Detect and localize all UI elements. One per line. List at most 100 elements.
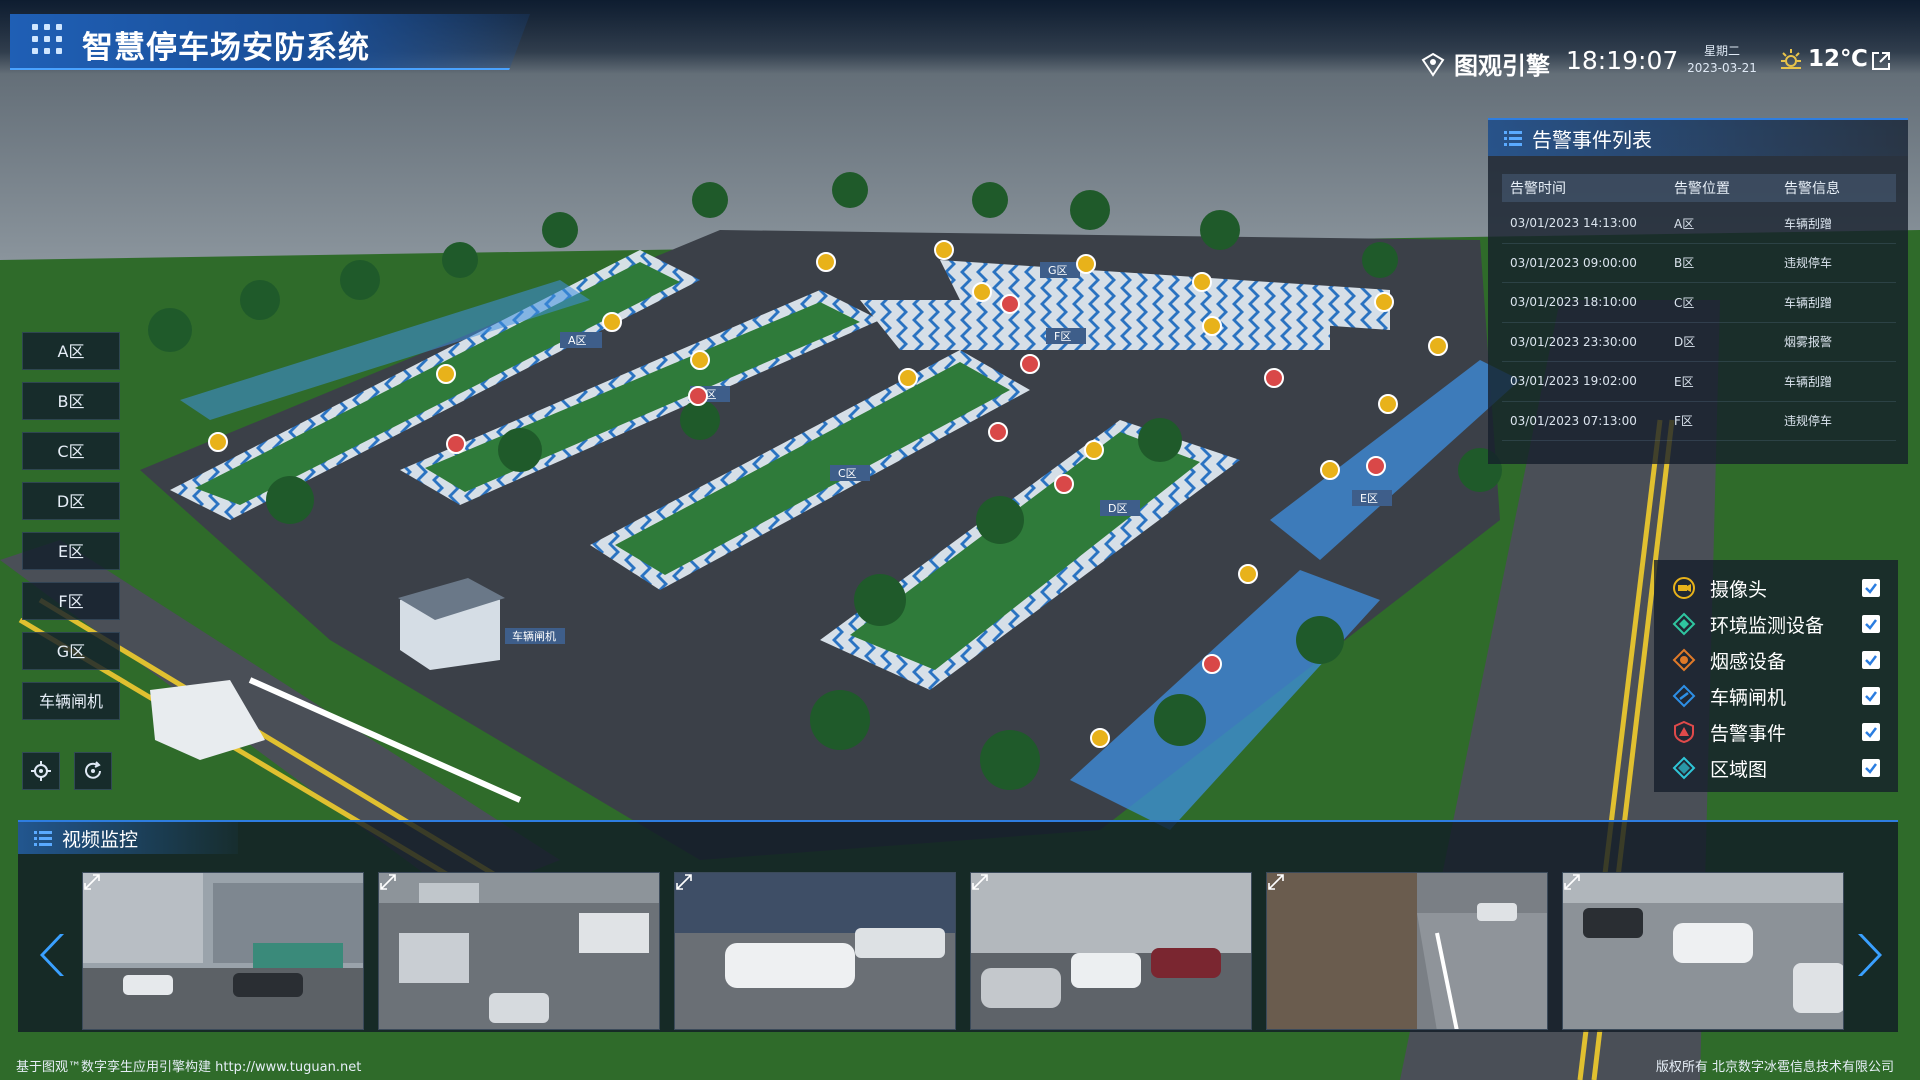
zone-button-e[interactable]: E区 <box>22 532 120 570</box>
alarm-table-row[interactable]: 03/01/2023 23:30:00 D区 烟雾报警 <box>1502 323 1896 362</box>
checkmark-icon <box>1865 619 1877 630</box>
zone-button-a[interactable]: A区 <box>22 332 120 370</box>
column-header-location: 告警位置 <box>1674 181 1730 197</box>
camera-feed-3[interactable] <box>674 872 956 1030</box>
video-monitor-panel: 视频监控 <box>18 820 1898 1032</box>
alarm-panel-title: 告警事件列表 <box>1532 127 1652 152</box>
camera-feed-image <box>1563 873 1843 1029</box>
alarm-time: 03/01/2023 18:10:00 <box>1510 295 1637 310</box>
legend-label: 环境监测设备 <box>1710 614 1825 637</box>
legend-checkbox[interactable] <box>1862 615 1880 633</box>
camera-feed-image <box>675 873 955 1029</box>
alarm-event-icon <box>1674 720 1694 744</box>
legend-label: 烟感设备 <box>1710 650 1787 673</box>
legend-checkbox[interactable] <box>1862 687 1880 705</box>
legend-label: 车辆闸机 <box>1710 686 1787 709</box>
video-panel-title: 视频监控 <box>62 828 139 851</box>
brand: 图观引擎 <box>1420 46 1550 81</box>
legend-checkbox[interactable] <box>1862 723 1880 741</box>
app-logo-icon <box>32 24 72 60</box>
video-panel-header: 视频监控 <box>18 822 238 854</box>
brand-name: 图观引擎 <box>1454 52 1550 80</box>
reset-view-button[interactable] <box>74 752 112 790</box>
chevron-left-icon[interactable] <box>38 930 68 980</box>
legend-item-environment[interactable]: 环境监测设备 <box>1654 606 1898 642</box>
camera-feed-image <box>379 873 659 1029</box>
map-tools <box>22 752 112 790</box>
legend-item-smoke[interactable]: 烟感设备 <box>1654 642 1898 678</box>
zone-button-vehicle-gate[interactable]: 车辆闸机 <box>22 682 120 720</box>
legend-checkbox[interactable] <box>1862 651 1880 669</box>
date: 2023-03-21 <box>1687 61 1757 75</box>
alarm-info: 车辆刮蹭 <box>1784 295 1833 310</box>
alarm-table-row[interactable]: 03/01/2023 07:13:00 F区 违规停车 <box>1502 402 1896 441</box>
zone-button-c[interactable]: C区 <box>22 432 120 470</box>
alarm-location: E区 <box>1674 374 1694 389</box>
alarm-location: B区 <box>1674 256 1695 271</box>
checkmark-icon <box>1865 583 1877 594</box>
expand-icon[interactable] <box>1267 873 1285 891</box>
alarm-table-row[interactable]: 03/01/2023 09:00:00 B区 违规停车 <box>1502 244 1896 283</box>
expand-icon[interactable] <box>83 873 101 891</box>
alarm-time: 03/01/2023 19:02:00 <box>1510 374 1637 389</box>
legend-checkbox[interactable] <box>1862 759 1880 777</box>
column-header-info: 告警信息 <box>1784 181 1840 197</box>
legend-item-area-map[interactable]: 区域图 <box>1654 750 1898 786</box>
zone-button-d[interactable]: D区 <box>22 482 120 520</box>
alarm-info: 违规停车 <box>1784 414 1833 429</box>
clock-time: 18:19:07 <box>1566 46 1679 75</box>
exit-icon[interactable] <box>1870 50 1892 72</box>
alarm-table-row[interactable]: 03/01/2023 14:13:00 A区 车辆刮蹭 <box>1502 204 1896 244</box>
camera-feed-2[interactable] <box>378 872 660 1030</box>
checkmark-icon <box>1865 727 1877 738</box>
legend-item-vehicle-gate[interactable]: 车辆闸机 <box>1654 678 1898 714</box>
locate-button[interactable] <box>22 752 60 790</box>
expand-icon[interactable] <box>379 873 397 891</box>
alarm-info: 烟雾报警 <box>1784 335 1833 350</box>
smoke-detector-icon <box>1672 648 1696 672</box>
camera-feed-5[interactable] <box>1266 872 1548 1030</box>
alarm-time: 03/01/2023 07:13:00 <box>1510 413 1637 428</box>
alarm-location: F区 <box>1674 414 1693 429</box>
expand-icon[interactable] <box>675 873 693 891</box>
temperature: 12℃ <box>1808 46 1868 72</box>
footer-credit: 基于图观™数字孪生应用引擎构建 http://www.tuguan.net <box>16 1060 362 1075</box>
camera-feed-6[interactable] <box>1562 872 1844 1030</box>
camera-feed-1[interactable] <box>82 872 364 1030</box>
column-header-time: 告警时间 <box>1510 181 1566 197</box>
checkmark-icon <box>1865 763 1877 774</box>
alarm-table-header: 告警时间 告警位置 告警信息 <box>1502 174 1896 202</box>
expand-icon[interactable] <box>971 873 989 891</box>
alarm-location: C区 <box>1674 295 1695 310</box>
date-box: 星期二 2023-03-21 <box>1682 42 1762 75</box>
legend-checkbox[interactable] <box>1862 579 1880 597</box>
app-title: 智慧停车场安防系统 <box>82 30 370 66</box>
legend-label: 摄像头 <box>1710 578 1768 601</box>
area-map-icon <box>1672 756 1696 780</box>
map-tag-g: G区 <box>1048 264 1068 277</box>
alarm-info: 违规停车 <box>1784 256 1833 271</box>
alarm-location: D区 <box>1674 335 1696 350</box>
alarm-table: 告警时间 告警位置 告警信息 03/01/2023 14:13:00 A区 车辆… <box>1502 174 1896 441</box>
map-tag-f: F区 <box>1054 330 1071 343</box>
alarm-info: 车辆刮蹭 <box>1784 216 1833 231</box>
zone-button-f[interactable]: F区 <box>22 582 120 620</box>
camera-feed-4[interactable] <box>970 872 1252 1030</box>
camera-feed-image <box>971 873 1251 1029</box>
checkmark-icon <box>1865 691 1877 702</box>
alarm-table-row[interactable]: 03/01/2023 19:02:00 E区 车辆刮蹭 <box>1502 362 1896 402</box>
zone-button-g[interactable]: G区 <box>22 632 120 670</box>
zone-button-b[interactable]: B区 <box>22 382 120 420</box>
weather-sunny-icon <box>1781 49 1801 69</box>
alarm-event-panel: 告警事件列表 告警时间 告警位置 告警信息 03/01/2023 14:13:0… <box>1488 118 1908 464</box>
rotate-reset-icon <box>85 761 101 779</box>
legend-label: 告警事件 <box>1710 722 1787 745</box>
camera-icon <box>1673 577 1695 599</box>
legend-item-camera[interactable]: 摄像头 <box>1654 570 1898 606</box>
alarm-time: 03/01/2023 14:13:00 <box>1510 216 1637 231</box>
legend-item-alarm[interactable]: 告警事件 <box>1654 714 1898 750</box>
alarm-table-row[interactable]: 03/01/2023 18:10:00 C区 车辆刮蹭 <box>1502 283 1896 323</box>
brand-logo-icon <box>1421 52 1445 77</box>
chevron-right-icon[interactable] <box>1854 930 1884 980</box>
expand-icon[interactable] <box>1563 873 1581 891</box>
